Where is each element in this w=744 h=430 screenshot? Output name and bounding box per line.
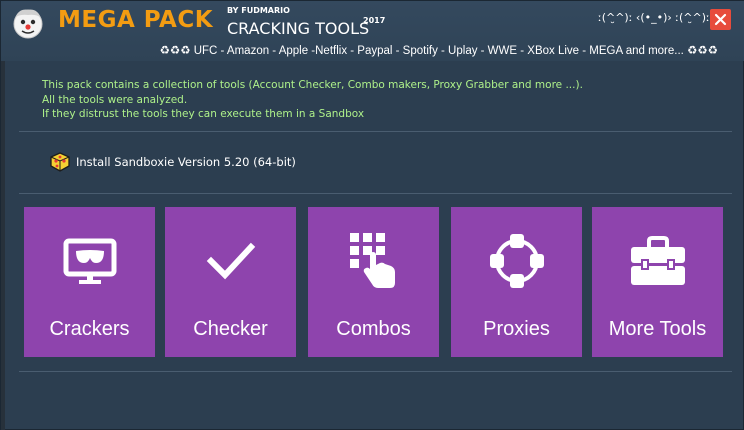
divider	[19, 371, 732, 372]
sandboxie-label: Install Sandboxie Version 5.20 (64-bit)	[76, 155, 296, 169]
sandboxie-icon	[50, 152, 70, 172]
tile-more-tools[interactable]: More Tools	[592, 207, 723, 357]
close-icon	[714, 13, 727, 26]
notice-line: This pack contains a collection of tools…	[42, 79, 583, 91]
tile-proxies[interactable]: Proxies	[451, 207, 582, 357]
checkmark-icon	[206, 242, 255, 280]
monitor-mask-icon	[63, 238, 116, 284]
notice-line: All the tools were analyzed.	[42, 93, 188, 106]
tile-combos[interactable]: Combos	[308, 207, 439, 357]
grid-touch-icon	[349, 233, 395, 288]
clown-avatar-icon	[13, 9, 43, 39]
tile-checker[interactable]: Checker	[165, 207, 296, 357]
network-ring-icon	[489, 234, 544, 288]
tile-crackers[interactable]: Crackers	[24, 207, 155, 357]
tile-label: Checker	[193, 318, 268, 340]
close-button[interactable]	[710, 9, 731, 30]
app-subtitle: CRACKING TOOLS	[227, 19, 370, 38]
supported-services: ♻♻♻ UFC - Amazon - Apple -Netflix - Payp…	[159, 45, 718, 57]
year-label: 2017	[363, 16, 386, 25]
notice-line: If they distrust the tools they can exec…	[42, 108, 365, 120]
app-title: MEGA PACK	[58, 7, 214, 33]
app-window: MEGA PACK BY FUDMARIO CRACKING TOOLS 201…	[0, 0, 744, 430]
notice-text: This pack contains a collection of tools…	[42, 78, 583, 122]
tile-label: Proxies	[483, 318, 550, 340]
divider	[19, 131, 732, 132]
window-left-edge	[1, 61, 5, 430]
tile-label: More Tools	[608, 318, 707, 340]
tile-label: Crackers	[49, 318, 130, 340]
header: MEGA PACK BY FUDMARIO CRACKING TOOLS 201…	[1, 1, 744, 41]
divider	[19, 193, 732, 194]
kaomoji-text: ː(^̮^)ː ‹(•_•)› ː(^̮^)ː	[598, 11, 710, 24]
toolbox-icon	[630, 236, 685, 285]
tile-label: Combos	[336, 318, 411, 340]
author-label: BY FUDMARIO	[227, 6, 290, 15]
